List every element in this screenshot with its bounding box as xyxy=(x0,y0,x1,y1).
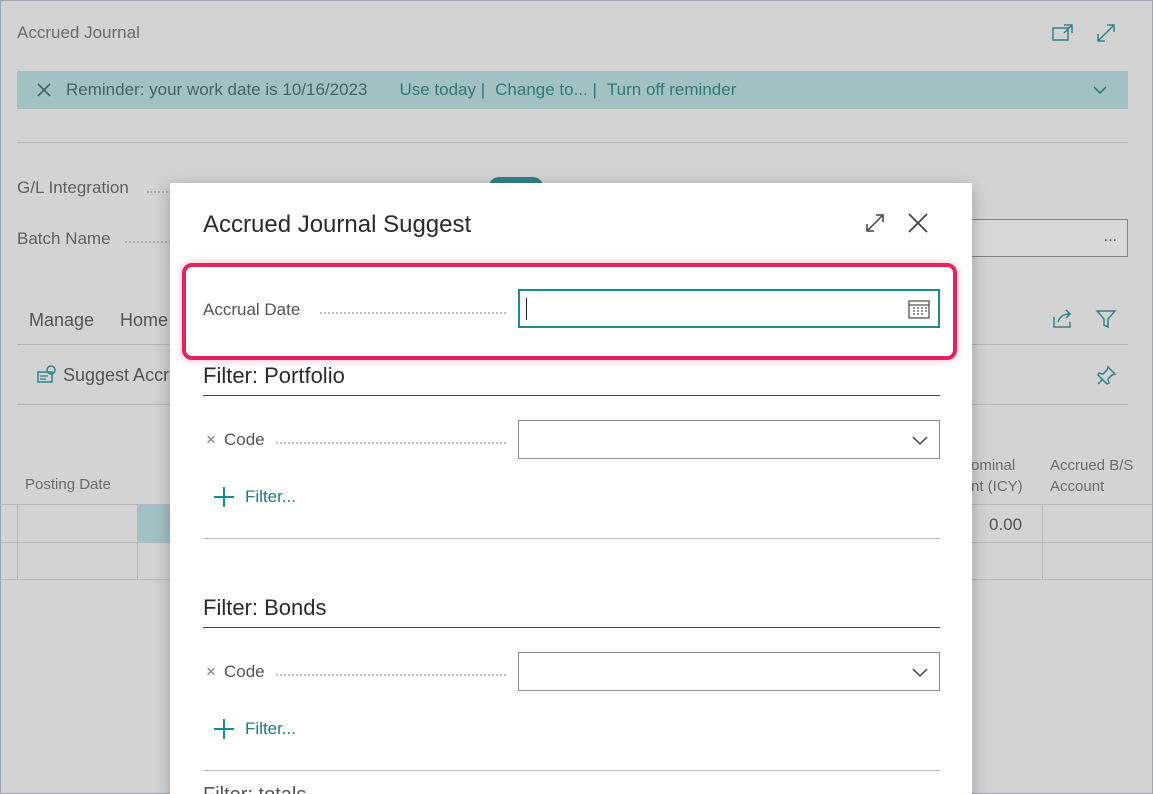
expand-icon[interactable] xyxy=(862,210,888,236)
section-divider xyxy=(203,538,940,539)
chevron-down-icon xyxy=(912,436,928,446)
section-divider xyxy=(203,770,940,771)
remove-filter-icon[interactable]: × xyxy=(206,430,216,450)
plus-icon xyxy=(214,487,234,507)
portfolio-section-title: Filter: Portfolio xyxy=(203,363,345,388)
label-dots xyxy=(276,674,506,676)
next-section-title-partial: Filter: totals xyxy=(203,784,306,794)
label-dots xyxy=(276,442,506,444)
filter-link-label: Filter... xyxy=(245,719,297,738)
close-icon[interactable] xyxy=(905,210,931,236)
portfolio-code-label: Code xyxy=(224,430,265,449)
chevron-down-icon xyxy=(912,668,928,678)
highlight-annotation xyxy=(182,263,957,360)
plus-icon xyxy=(214,719,234,739)
bonds-section-title: Filter: Bonds xyxy=(203,595,327,620)
remove-filter-icon[interactable]: × xyxy=(206,662,216,682)
bonds-add-filter-link[interactable]: Filter... xyxy=(213,718,296,740)
bonds-code-label: Code xyxy=(224,662,265,681)
filter-link-label: Filter... xyxy=(245,487,297,506)
section-divider xyxy=(203,627,940,628)
bonds-code-select[interactable] xyxy=(518,652,940,691)
portfolio-code-select[interactable] xyxy=(518,420,940,459)
portfolio-add-filter-link[interactable]: Filter... xyxy=(213,486,296,508)
section-divider xyxy=(203,395,940,396)
dialog-title: Accrued Journal Suggest xyxy=(203,211,472,238)
